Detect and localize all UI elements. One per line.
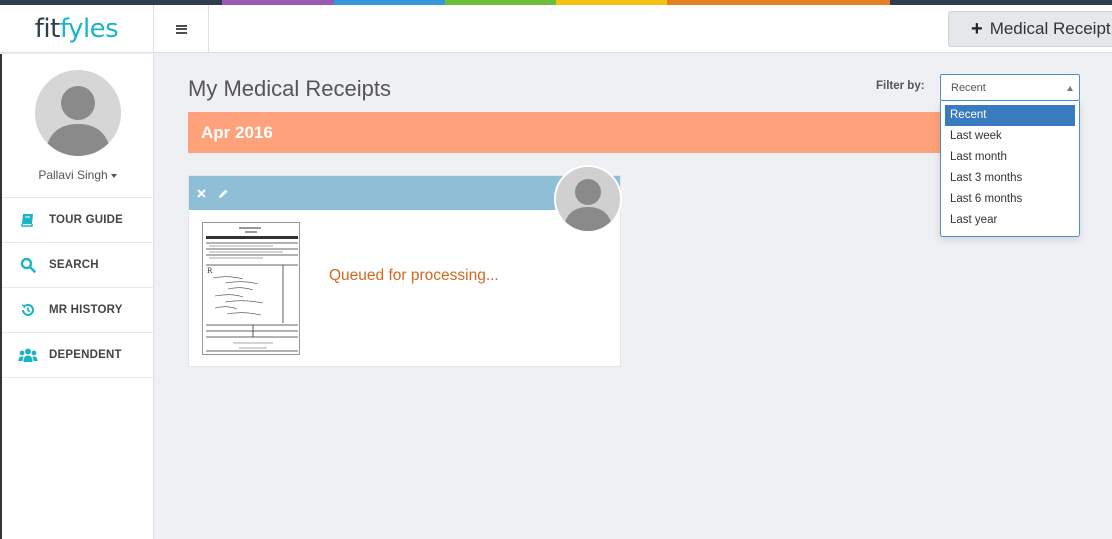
receipt-status: Queued for processing... <box>329 267 499 284</box>
close-icon <box>196 188 206 198</box>
edit-receipt-button[interactable] <box>216 186 230 200</box>
prescription-document-image: R <box>203 223 299 354</box>
sidebar: Pallavi Singh TOUR GUIDE SEARCH MR HISTO… <box>0 54 154 539</box>
filter-option-last-6-months[interactable]: Last 6 months <box>945 189 1075 210</box>
filter-option-last-week[interactable]: Last week <box>945 126 1075 147</box>
filter-selected-value: Recent <box>951 82 986 94</box>
pencil-icon <box>218 189 227 198</box>
filter-option-last-3-months[interactable]: Last 3 months <box>945 168 1075 189</box>
filter-option-last-month[interactable]: Last month <box>945 147 1075 168</box>
hamburger-icon <box>175 24 187 34</box>
filter-dropdown-list: Recent Last week Last month Last 3 month… <box>940 101 1080 237</box>
book-icon <box>18 211 38 229</box>
fitfyles-logo[interactable]: fitfyles <box>34 14 119 44</box>
search-icon <box>18 256 38 274</box>
receipt-card: R Queued for processing... <box>188 165 622 367</box>
sidebar-item-label: SEARCH <box>49 259 99 271</box>
delete-receipt-button[interactable] <box>194 186 208 200</box>
sidebar-item-tour-guide[interactable]: TOUR GUIDE <box>2 198 153 243</box>
month-group-header: Apr 2016 <box>188 112 940 153</box>
filter-option-last-year[interactable]: Last year <box>945 210 1075 231</box>
top-bar: fitfyles + Medical Receipt <box>0 5 1112 53</box>
filter-select[interactable]: Recent <box>940 74 1080 101</box>
sidebar-item-label: MR HISTORY <box>49 304 123 316</box>
logo-text-fyles: fyles <box>59 14 119 44</box>
sidebar-item-dependent[interactable]: DEPENDENT <box>2 333 153 378</box>
filter-label: Filter by: <box>876 80 925 92</box>
default-avatar-icon <box>34 70 121 156</box>
sidebar-item-search[interactable]: SEARCH <box>2 243 153 288</box>
logo-text-fit: fit <box>34 14 61 44</box>
svg-text:R: R <box>207 267 213 275</box>
history-icon <box>18 301 38 319</box>
receipt-owner-avatar <box>554 165 622 233</box>
sidebar-nav: TOUR GUIDE SEARCH MR HISTORY DEPENDENT <box>2 197 153 378</box>
user-menu-toggle[interactable]: Pallavi Singh <box>2 168 153 182</box>
sidebar-item-label: DEPENDENT <box>49 349 122 361</box>
user-name: Pallavi Singh <box>38 168 108 182</box>
logo-area[interactable]: fitfyles <box>0 5 154 53</box>
default-avatar-icon <box>556 167 620 231</box>
plus-icon: + <box>971 17 983 40</box>
user-avatar[interactable] <box>34 70 121 156</box>
caret-up-icon <box>1067 86 1073 91</box>
sidebar-item-label: TOUR GUIDE <box>49 214 123 226</box>
menu-toggle-button[interactable] <box>154 5 209 53</box>
receipt-thumbnail[interactable]: R <box>202 222 300 355</box>
sidebar-item-mr-history[interactable]: MR HISTORY <box>2 288 153 333</box>
users-icon <box>18 346 38 364</box>
caret-down-icon <box>110 173 117 178</box>
filter-option-recent[interactable]: Recent <box>945 105 1075 126</box>
page-title: My Medical Receipts <box>188 76 391 101</box>
add-medical-receipt-button[interactable]: + Medical Receipt <box>948 11 1112 47</box>
main-content: My Medical Receipts Filter by: Recent Re… <box>154 54 1112 539</box>
add-medical-receipt-label: Medical Receipt <box>989 19 1111 38</box>
